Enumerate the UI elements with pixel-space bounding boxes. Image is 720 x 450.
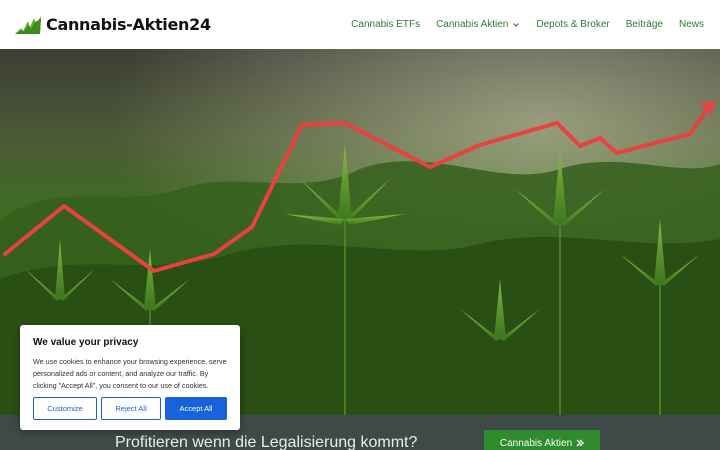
- cookie-description: We use cookies to enhance your browsing …: [33, 357, 227, 390]
- cta-band-text: Profitieren wenn die Legalisierung kommt…: [115, 434, 418, 450]
- cannabis-aktien-cta-button[interactable]: Cannabis Aktien: [484, 430, 600, 450]
- nav-label: Cannabis ETFs: [351, 19, 421, 30]
- double-chevron-right-icon: [576, 439, 585, 447]
- nav-item-depots-broker[interactable]: Depots & Broker: [536, 19, 609, 30]
- cookie-accept-all-button[interactable]: Accept All: [165, 397, 227, 420]
- chevron-down-icon: [513, 22, 520, 27]
- nav-item-news[interactable]: News: [679, 19, 704, 30]
- cookie-consent-dialog: We value your privacy We use cookies to …: [20, 325, 240, 430]
- nav-label: Cannabis Aktien: [436, 19, 509, 30]
- site-logo-link[interactable]: Cannabis-Aktien24: [14, 15, 211, 35]
- cookie-title: We value your privacy: [33, 337, 139, 348]
- nav-item-cannabis-etfs[interactable]: Cannabis ETFs: [351, 19, 420, 30]
- nav-label: Depots & Broker: [536, 19, 610, 30]
- nav-label: News: [678, 19, 704, 30]
- nav-item-beitraege[interactable]: Beiträge: [626, 19, 663, 30]
- nav-item-cannabis-aktien[interactable]: Cannabis Aktien: [436, 19, 520, 30]
- site-header: Cannabis-Aktien24 Cannabis ETFs Cannabis…: [0, 0, 720, 49]
- cookie-buttons: Customize Reject All Accept All: [33, 397, 227, 420]
- cannabis-leaf-logo-icon: [15, 15, 41, 34]
- cta-label: Cannabis Aktien: [499, 437, 573, 449]
- main-nav: Cannabis ETFs Cannabis Aktien Depots & B…: [351, 19, 704, 30]
- cookie-reject-all-button[interactable]: Reject All: [101, 397, 161, 420]
- site-title: Cannabis-Aktien24: [46, 15, 211, 34]
- cookie-customize-button[interactable]: Customize: [33, 397, 97, 420]
- nav-label: Beiträge: [625, 19, 663, 30]
